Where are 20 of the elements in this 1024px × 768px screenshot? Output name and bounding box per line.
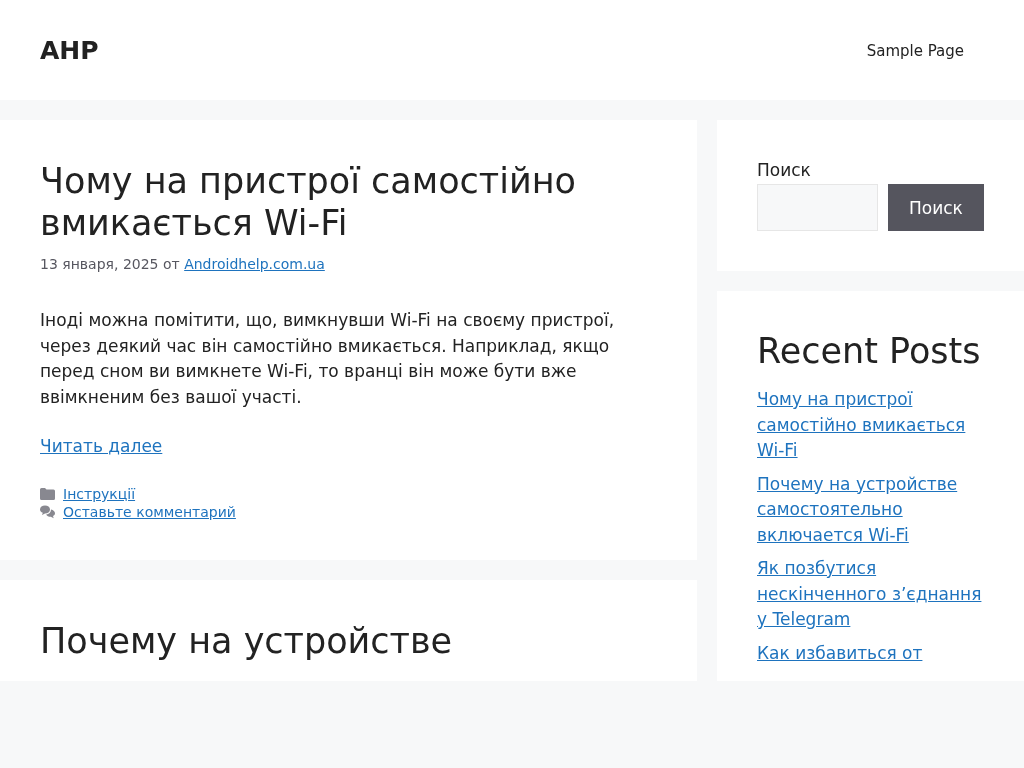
site-title[interactable]: AHP <box>40 35 99 65</box>
recent-post-link[interactable]: Как избавиться от <box>757 640 984 666</box>
nav-link[interactable]: Sample Page <box>846 41 984 60</box>
post-date: 13 января, 2025 от <box>40 256 180 272</box>
comments-link[interactable]: Оставьте комментарий <box>63 504 236 520</box>
search-label: Поиск <box>757 160 812 180</box>
folder-icon <box>40 488 55 500</box>
search-button[interactable]: Поиск <box>888 184 984 231</box>
recent-post-link[interactable]: Почему на устройстве самостоятельно включается Wi-Fi <box>757 471 984 548</box>
recent-post-link[interactable]: Як позбутися нескінченного з’єднання у Telegram <box>757 556 984 633</box>
post-excerpt: Іноді можна помітити, що, вимкнувши Wi-Fi на своєму пристрої, через деякий час він самостійно вмикається. Наприклад, якщо перед сном ви вимкнете Wi-Fi, то вранці він може бути вже ввімкненим без вашої участі. <box>40 309 616 409</box>
author-link[interactable]: Androidhelp.com.ua <box>184 256 325 272</box>
comments-icon <box>40 505 55 519</box>
widget-title: Recent Posts <box>757 331 982 371</box>
post-title[interactable]: Чому на пристрої самостійно вмикається Wi-Fi <box>40 160 600 244</box>
category-link[interactable]: Інструкції <box>63 486 136 502</box>
read-more-link[interactable]: Читать далее <box>40 436 163 456</box>
post-title[interactable]: Почему на устройстве <box>40 620 600 662</box>
recent-post-link[interactable]: Чому на пристрої самостійно вмикається Wi-Fi <box>757 387 984 464</box>
search-field[interactable] <box>757 184 878 231</box>
